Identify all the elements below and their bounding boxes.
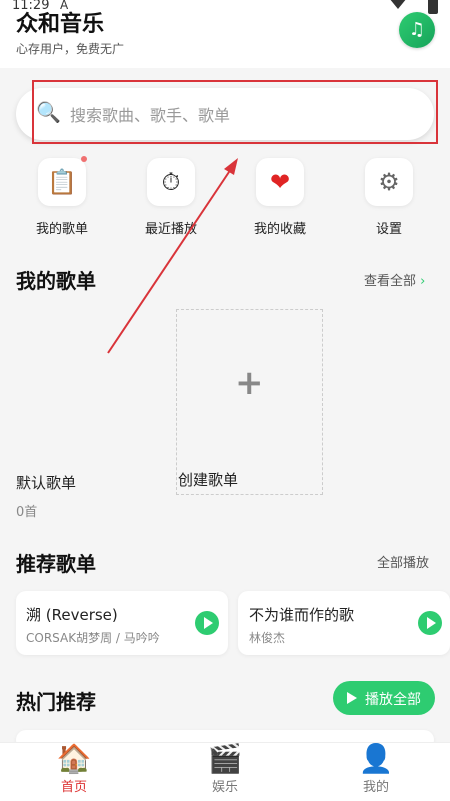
section-title-my-playlists: 我的歌单 — [16, 269, 96, 293]
annotation-highlight-box — [32, 80, 438, 144]
quick-action-my-playlists[interactable]: 我的歌单 — [17, 218, 107, 237]
app-subtitle: 心存用户，免费无广 — [16, 42, 125, 56]
default-playlist-count: 0首 — [16, 505, 38, 520]
section-title-recommended: 推荐歌单 — [16, 552, 96, 576]
nav-label-entertainment: 娱乐 — [211, 780, 238, 795]
view-all-label: 查看全部 — [364, 274, 417, 289]
app-title: 众和音乐 — [16, 12, 105, 37]
play-icon[interactable] — [195, 611, 219, 635]
nav-label-home: 首页 — [60, 780, 87, 795]
create-playlist-label: 创建歌单 — [178, 471, 239, 489]
nav-item-home[interactable]: 🏠 首页 — [29, 742, 119, 795]
nav-item-mine[interactable]: 👤 我的 — [331, 742, 421, 795]
play-all-recommended[interactable]: 全部播放 — [377, 552, 429, 571]
wifi-icon — [390, 0, 406, 9]
heart-icon[interactable]: ❤ — [256, 158, 304, 206]
plus-icon: + — [235, 363, 264, 403]
annotation-arrow — [107, 158, 238, 354]
song-title: 不为谁而作的歌 — [249, 606, 355, 624]
section-title-hot: 热门推荐 — [16, 690, 96, 714]
clipboard-icon[interactable]: 📋 — [38, 158, 86, 206]
nav-label-mine: 我的 — [362, 780, 389, 795]
play-icon[interactable] — [418, 611, 442, 635]
music-note-icon[interactable]: ♫ — [399, 12, 435, 48]
user-icon: 👤 — [358, 742, 394, 775]
chevron-right-icon: › — [420, 274, 426, 289]
song-title: 溯 (Reverse) — [26, 606, 118, 624]
view-all-link[interactable]: 查看全部 › — [364, 270, 425, 289]
notification-dot — [81, 156, 87, 162]
play-icon — [347, 692, 357, 704]
quick-action-settings[interactable]: 设置 — [344, 218, 434, 237]
gear-icon[interactable]: ⚙ — [365, 158, 413, 206]
song-artist: CORSAK胡梦周 / 马吟吟 — [26, 631, 160, 645]
clapperboard-icon: 🎬 — [207, 742, 243, 775]
play-all-label: 播放全部 — [365, 692, 421, 708]
song-artist: 林俊杰 — [249, 631, 286, 645]
play-all-button[interactable]: 播放全部 — [333, 681, 435, 715]
home-icon: 🏠 — [56, 742, 92, 775]
battery-icon — [428, 0, 438, 14]
nav-item-entertainment[interactable]: 🎬 娱乐 — [180, 742, 270, 795]
default-playlist-name[interactable]: 默认歌单 — [16, 472, 76, 493]
